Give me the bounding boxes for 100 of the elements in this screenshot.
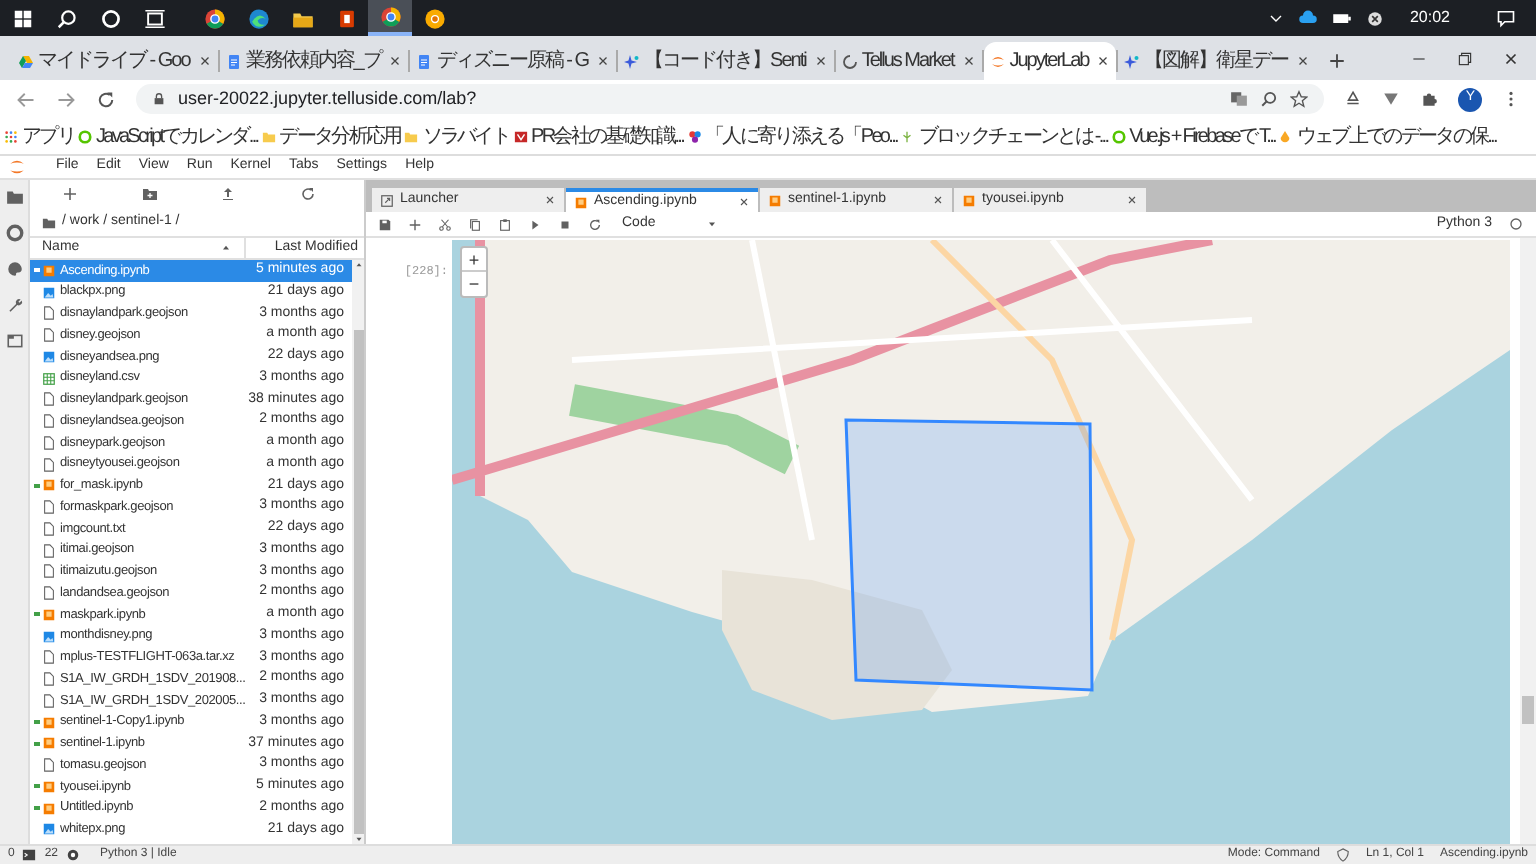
tabs-icon[interactable] bbox=[5, 332, 23, 350]
task-view-icon bbox=[143, 7, 165, 29]
browser-icon bbox=[203, 7, 225, 29]
bookmark-link[interactable]: データ分析応用 bbox=[279, 121, 401, 151]
terminal-icon[interactable] bbox=[22, 848, 37, 862]
map[interactable]: + − bbox=[452, 240, 1510, 844]
translate-icon[interactable] bbox=[1230, 90, 1249, 108]
browser-tab[interactable]: JupyterLab bbox=[983, 42, 1117, 80]
kernel-status-icon bbox=[1508, 216, 1524, 232]
bookmark-link[interactable]: ブロックチェーンとは -... bbox=[918, 121, 1108, 151]
copy-icon[interactable] bbox=[468, 217, 482, 231]
folder-icon bbox=[261, 129, 276, 143]
windows-logo-icon bbox=[11, 7, 33, 29]
document-icon bbox=[225, 53, 242, 69]
lock-icon bbox=[152, 92, 166, 106]
flower-icon bbox=[687, 129, 702, 143]
close-icon[interactable] bbox=[1296, 54, 1311, 68]
drop-icon bbox=[1278, 129, 1293, 143]
tab-title: Tellus Market bbox=[861, 48, 954, 76]
plus-icon[interactable] bbox=[61, 186, 78, 202]
close-icon[interactable] bbox=[932, 194, 944, 206]
bookmark-link[interactable]: JavaScriptでカレンダ... bbox=[95, 121, 258, 151]
sort-icon bbox=[220, 242, 232, 254]
mute-icon[interactable] bbox=[1365, 9, 1384, 27]
clock[interactable]: 20:02 bbox=[1409, 6, 1450, 30]
chevron-icon[interactable] bbox=[1267, 10, 1284, 26]
close-icon[interactable] bbox=[961, 54, 976, 68]
refresh-icon[interactable] bbox=[300, 186, 317, 202]
close-icon[interactable] bbox=[197, 54, 212, 68]
zoom-in-button[interactable]: + bbox=[462, 248, 486, 272]
search-icon bbox=[55, 7, 77, 29]
star-icon[interactable] bbox=[1290, 90, 1309, 108]
restore-icon[interactable] bbox=[1456, 50, 1474, 68]
kernel-icon[interactable] bbox=[66, 848, 81, 862]
jupyter-icon bbox=[989, 53, 1006, 69]
new-tab-icon[interactable] bbox=[1328, 52, 1347, 70]
folder-icon[interactable] bbox=[5, 188, 23, 206]
running-icon[interactable] bbox=[5, 224, 23, 242]
tab-title: ディズニー原稿 - G bbox=[436, 47, 589, 76]
paste-icon[interactable] bbox=[498, 217, 512, 231]
triangle-icon[interactable] bbox=[1344, 90, 1363, 108]
close-icon[interactable] bbox=[1126, 194, 1138, 206]
extensions-icon[interactable] bbox=[1420, 90, 1439, 108]
zoom-out-button[interactable]: − bbox=[462, 272, 486, 296]
close-icon[interactable] bbox=[388, 54, 403, 68]
run-icon[interactable] bbox=[528, 217, 542, 231]
cloud-icon[interactable] bbox=[1297, 8, 1318, 28]
notebook-icon bbox=[42, 779, 56, 794]
notebook-icon bbox=[42, 715, 56, 730]
close-icon[interactable] bbox=[596, 54, 611, 68]
bookmark-link[interactable]: アプリ bbox=[22, 121, 74, 151]
plus-icon[interactable] bbox=[408, 217, 422, 231]
browser-icon bbox=[247, 7, 269, 29]
browser-icon bbox=[423, 7, 445, 29]
document-icon bbox=[416, 53, 433, 69]
scroll-up-icon[interactable] bbox=[353, 260, 363, 270]
palette-icon[interactable] bbox=[5, 260, 23, 278]
ring-icon bbox=[99, 7, 121, 29]
sparkle-icon bbox=[1124, 53, 1141, 69]
bookmark-link[interactable]: PR会社の基礎知識... bbox=[531, 121, 684, 151]
bookmark-link[interactable]: ウェブ上でのデータの保... bbox=[1296, 121, 1496, 151]
notebook-icon bbox=[962, 193, 976, 207]
funnel-icon[interactable] bbox=[1382, 90, 1401, 108]
notebook-icon bbox=[42, 736, 56, 751]
zoom-icon[interactable] bbox=[1260, 90, 1279, 108]
close-icon[interactable] bbox=[738, 196, 750, 208]
logo-icon bbox=[513, 129, 528, 143]
stop-icon[interactable] bbox=[558, 217, 572, 231]
folder-icon[interactable] bbox=[42, 215, 56, 229]
scrollbar[interactable] bbox=[1520, 238, 1536, 844]
notebook-icon bbox=[42, 607, 56, 622]
new-folder-icon[interactable] bbox=[141, 186, 158, 202]
jupyter-logo-icon bbox=[8, 158, 26, 176]
reload-icon[interactable] bbox=[96, 89, 116, 109]
url-text: user-20022.jupyter.telluside.com/lab? bbox=[178, 85, 477, 112]
battery-icon[interactable] bbox=[1331, 8, 1352, 28]
drive-icon bbox=[18, 53, 34, 69]
upload-icon[interactable] bbox=[220, 186, 237, 202]
close-icon[interactable] bbox=[1502, 50, 1520, 68]
close-icon[interactable] bbox=[544, 194, 556, 206]
close-icon[interactable] bbox=[1096, 54, 1111, 68]
ring-icon bbox=[1111, 129, 1126, 143]
save-icon[interactable] bbox=[378, 217, 392, 231]
cut-icon[interactable] bbox=[438, 217, 452, 231]
address-field[interactable]: user-20022.jupyter.telluside.com/lab? bbox=[136, 84, 1325, 114]
forward-icon[interactable] bbox=[56, 89, 76, 109]
shield-icon[interactable] bbox=[1335, 848, 1350, 862]
restart-icon[interactable] bbox=[588, 217, 602, 231]
wrench-icon[interactable] bbox=[5, 296, 23, 314]
bookmark-link[interactable]: 「人に寄り添える「Peo... bbox=[705, 121, 897, 151]
image-icon bbox=[42, 285, 56, 300]
browser-icon bbox=[379, 5, 401, 27]
close-icon[interactable] bbox=[813, 54, 828, 68]
bookmark-link[interactable]: ソラバイト bbox=[422, 121, 510, 151]
back-icon[interactable] bbox=[16, 89, 36, 109]
bookmark-link[interactable]: Vue.js + Firebaseで T... bbox=[1129, 121, 1275, 151]
scrollbar[interactable] bbox=[352, 260, 364, 844]
notebook-icon bbox=[574, 195, 588, 209]
notification-icon[interactable] bbox=[1496, 8, 1516, 28]
image-icon bbox=[42, 349, 56, 364]
